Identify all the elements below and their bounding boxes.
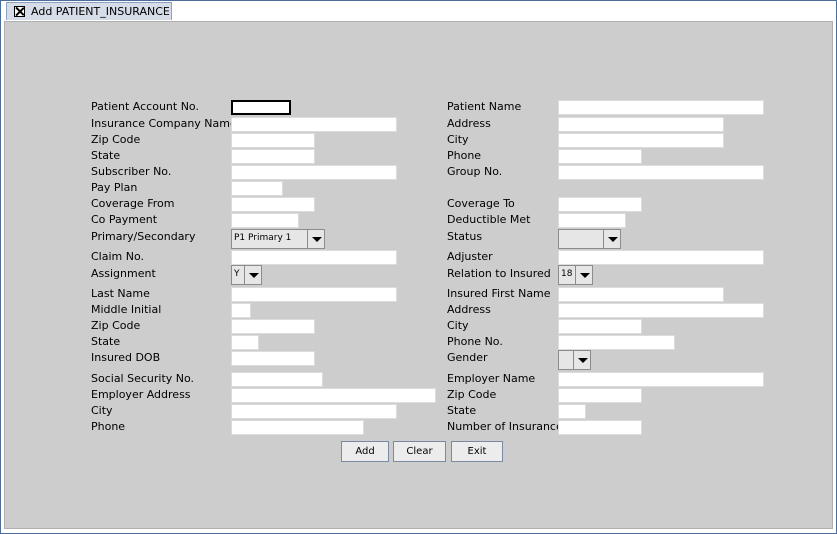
primary-secondary-value: P1 Primary 1 [234, 233, 292, 243]
insured-address-input[interactable] [558, 303, 764, 318]
label-employer-zip-code: Zip Code [447, 388, 497, 401]
employer-phone-input[interactable] [231, 420, 364, 435]
tab-add-patient-insurance[interactable]: Add PATIENT_INSURANCE [6, 2, 172, 20]
relation-to-insured-value: 18 [561, 269, 573, 279]
label-employer-address: Employer Address [91, 388, 191, 401]
label-insurance-company-name: Insurance Company Name [91, 117, 237, 130]
insured-city-input[interactable] [558, 319, 642, 334]
primary-secondary-select[interactable]: P1 Primary 1 [231, 229, 325, 249]
label-co-payment: Co Payment [91, 213, 158, 226]
middle-initial-input[interactable] [231, 303, 251, 318]
label-employer-phone: Phone [91, 420, 126, 433]
label-city: City [447, 133, 469, 146]
gender-select[interactable] [558, 350, 591, 370]
label-zip-code: Zip Code [91, 133, 141, 146]
label-group-no: Group No. [447, 165, 503, 178]
label-insured-zip-code: Zip Code [91, 319, 141, 332]
employer-address-input[interactable] [231, 388, 436, 403]
phone-input[interactable] [558, 149, 642, 164]
claim-no-input[interactable] [231, 250, 397, 265]
subscriber-no-input[interactable] [231, 165, 397, 180]
assignment-select[interactable]: Y [231, 265, 262, 285]
phone-no-input[interactable] [558, 335, 675, 350]
insured-first-name-input[interactable] [558, 287, 724, 302]
insurance-company-name-input[interactable] [231, 117, 397, 132]
address-input[interactable] [558, 117, 724, 132]
pay-plan-input[interactable] [231, 181, 283, 196]
label-number-of-insurance: Number of Insurance [447, 420, 563, 433]
tab-title: Add PATIENT_INSURANCE [31, 5, 170, 18]
label-subscriber-no: Subscriber No. [91, 165, 172, 178]
city-input[interactable] [558, 133, 724, 148]
chevron-down-icon[interactable] [603, 230, 620, 248]
number-of-insurance-input[interactable] [558, 420, 642, 435]
tab-bar: Add PATIENT_INSURANCE [1, 1, 836, 21]
last-name-input[interactable] [231, 287, 397, 302]
chevron-down-icon[interactable] [244, 266, 261, 284]
state-input[interactable] [231, 149, 315, 164]
close-icon[interactable] [14, 6, 25, 17]
label-insured-dob: Insured DOB [91, 351, 161, 364]
label-phone-no: Phone No. [447, 335, 503, 348]
deductible-met-input[interactable] [558, 213, 626, 228]
label-status: Status [447, 230, 483, 243]
add-button[interactable]: Add [341, 441, 389, 462]
assignment-value: Y [234, 269, 240, 279]
label-pay-plan: Pay Plan [91, 181, 138, 194]
patient-account-no-input[interactable] [231, 100, 291, 115]
exit-button[interactable]: Exit [451, 441, 503, 462]
label-insured-first-name: Insured First Name [447, 287, 551, 300]
label-insured-address: Address [447, 303, 491, 316]
label-social-security-no: Social Security No. [91, 372, 195, 385]
label-phone: Phone [447, 149, 482, 162]
label-patient-account-no: Patient Account No. [91, 100, 199, 113]
internal-frame: Add PATIENT_INSURANCE Patient Account No… [0, 0, 837, 534]
clear-button[interactable]: Clear [393, 441, 446, 462]
coverage-to-input[interactable] [558, 197, 642, 212]
form-panel: Patient Account No. Insurance Company Na… [4, 21, 833, 529]
label-deductible-met: Deductible Met [447, 213, 531, 226]
adjuster-input[interactable] [558, 250, 764, 265]
label-employer-state: State [447, 404, 477, 417]
insured-zip-code-input[interactable] [231, 319, 315, 334]
employer-zip-code-input[interactable] [558, 388, 642, 403]
relation-to-insured-select[interactable]: 18 [558, 265, 593, 285]
employer-city-input[interactable] [231, 404, 397, 419]
employer-name-input[interactable] [558, 372, 764, 387]
label-last-name: Last Name [91, 287, 150, 300]
label-patient-name: Patient Name [447, 100, 522, 113]
label-adjuster: Adjuster [447, 250, 493, 263]
label-employer-city: City [91, 404, 113, 417]
label-coverage-to: Coverage To [447, 197, 515, 210]
chevron-down-icon[interactable] [307, 230, 324, 248]
chevron-down-icon[interactable] [575, 266, 592, 284]
label-address: Address [447, 117, 491, 130]
insured-dob-input[interactable] [231, 351, 315, 366]
label-employer-name: Employer Name [447, 372, 536, 385]
label-claim-no: Claim No. [91, 250, 145, 263]
chevron-down-icon[interactable] [573, 351, 590, 369]
label-relation-to-insured: Relation to Insured [447, 267, 551, 280]
insured-state-input[interactable] [231, 335, 259, 350]
status-select[interactable] [558, 229, 621, 249]
label-coverage-from: Coverage From [91, 197, 175, 210]
patient-name-input[interactable] [558, 100, 764, 115]
zip-code-input[interactable] [231, 133, 315, 148]
label-insured-city: City [447, 319, 469, 332]
employer-state-input[interactable] [558, 404, 586, 419]
social-security-no-input[interactable] [231, 372, 323, 387]
label-middle-initial: Middle Initial [91, 303, 162, 316]
label-gender: Gender [447, 351, 488, 364]
coverage-from-input[interactable] [231, 197, 315, 212]
label-assignment: Assignment [91, 267, 156, 280]
label-primary-secondary: Primary/Secondary [91, 230, 196, 243]
label-state: State [91, 149, 121, 162]
group-no-input[interactable] [558, 165, 764, 180]
co-payment-input[interactable] [231, 213, 299, 228]
label-insured-state: State [91, 335, 121, 348]
